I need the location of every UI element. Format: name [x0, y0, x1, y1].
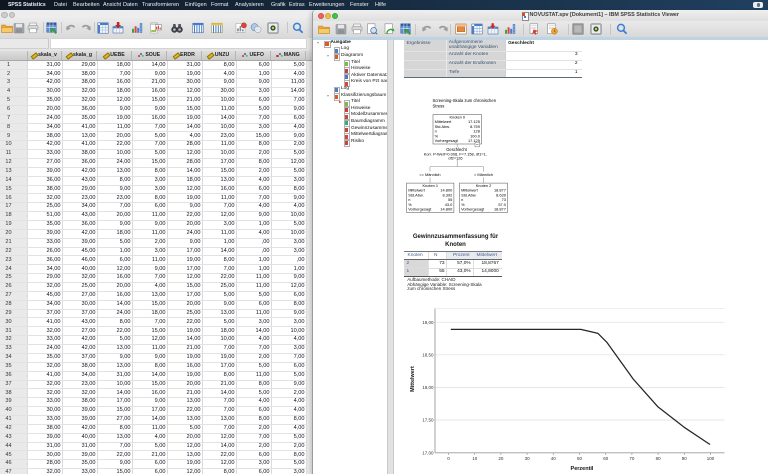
svg-text:50: 50 — [577, 456, 583, 461]
svg-text:Mittelwert: Mittelwert — [410, 366, 416, 392]
svg-text:Vorhergesagt: Vorhergesagt — [435, 138, 459, 143]
svg-text:100: 100 — [707, 456, 715, 461]
svg-text:70: 70 — [629, 456, 635, 461]
svg-text:17,50: 17,50 — [422, 418, 434, 423]
svg-text:40: 40 — [551, 456, 557, 461]
svg-text:17,00: 17,00 — [422, 450, 434, 455]
svg-text:90: 90 — [682, 456, 688, 461]
svg-text:19,00: 19,00 — [422, 320, 434, 325]
svg-text:0: 0 — [447, 456, 450, 461]
svg-text:Std.Abw.: Std.Abw. — [435, 124, 450, 129]
svg-text:80: 80 — [656, 456, 662, 461]
svg-text:60: 60 — [603, 456, 609, 461]
svg-text:18,50: 18,50 — [422, 353, 434, 358]
svg-text:Knoten 2: Knoten 2 — [476, 183, 492, 188]
svg-text:18.877: 18.877 — [494, 207, 506, 212]
svg-text:<= Männlich: <= Männlich — [419, 172, 440, 177]
svg-text:Perzentil: Perzentil — [571, 466, 594, 472]
svg-text:10: 10 — [472, 456, 478, 461]
svg-text:Knoten 0: Knoten 0 — [449, 115, 465, 120]
svg-text:20: 20 — [498, 456, 504, 461]
svg-text:Std.Abw.: Std.Abw. — [408, 192, 423, 197]
svg-text:14.800: 14.800 — [440, 207, 453, 212]
svg-text:Std.Abw.: Std.Abw. — [461, 192, 476, 197]
svg-text:> Männlich: > Männlich — [474, 172, 493, 177]
svg-text:df2=126: df2=126 — [448, 156, 462, 161]
svg-text:Stress: Stress — [433, 103, 445, 108]
svg-text:Vorhergesagt: Vorhergesagt — [408, 207, 432, 212]
svg-text:Vorhergesagt: Vorhergesagt — [461, 207, 485, 212]
svg-text:18,00: 18,00 — [422, 385, 434, 390]
svg-text:30: 30 — [525, 456, 531, 461]
